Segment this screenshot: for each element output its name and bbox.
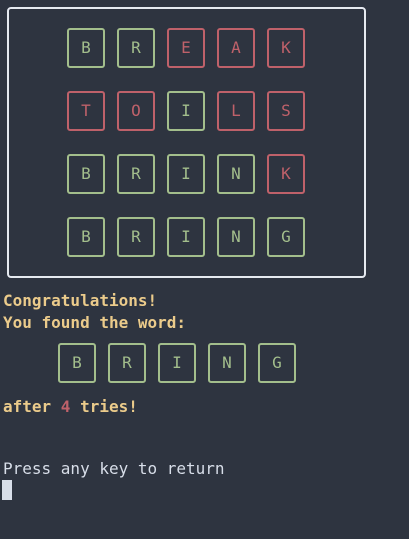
letter-tile: B [67, 28, 105, 68]
guess-row-2: T O I L S [9, 91, 364, 133]
return-prompt: Press any key to return [3, 459, 225, 478]
letter-tile: I [167, 154, 205, 194]
guess-row-3: B R I N K [9, 154, 364, 196]
letter-tile: B [67, 154, 105, 194]
tries-count: 4 [60, 397, 71, 416]
answer-letter-tile: G [258, 343, 296, 383]
letter-tile: N [217, 154, 255, 194]
answer-letter-tile: B [58, 343, 96, 383]
tries-suffix: tries! [70, 397, 138, 416]
letter-tile: K [267, 28, 305, 68]
answer-letter-tile: N [208, 343, 246, 383]
letter-tile: A [217, 28, 255, 68]
letter-tile: L [217, 91, 255, 131]
found-word-text: You found the word: [3, 313, 187, 332]
congratulations-text: Congratulations! [3, 291, 158, 310]
answer-word: B R I N G [0, 343, 409, 385]
tries-summary: after 4 tries! [3, 397, 138, 417]
letter-tile: R [117, 217, 155, 257]
terminal-cursor [2, 480, 12, 500]
tries-prefix: after [3, 397, 61, 416]
answer-letter-tile: I [158, 343, 196, 383]
letter-tile: K [267, 154, 305, 194]
guess-row-4: B R I N G [9, 217, 364, 259]
letter-tile: R [117, 154, 155, 194]
guess-board: B R E A K T O I L S B R I N K B R I N G [7, 7, 366, 278]
letter-tile: I [167, 217, 205, 257]
letter-tile: O [117, 91, 155, 131]
letter-tile: S [267, 91, 305, 131]
guess-row-1: B R E A K [9, 28, 364, 70]
answer-letter-tile: R [108, 343, 146, 383]
letter-tile: N [217, 217, 255, 257]
letter-tile: G [267, 217, 305, 257]
letter-tile: R [117, 28, 155, 68]
letter-tile: E [167, 28, 205, 68]
letter-tile: B [67, 217, 105, 257]
letter-tile: T [67, 91, 105, 131]
letter-tile: I [167, 91, 205, 131]
